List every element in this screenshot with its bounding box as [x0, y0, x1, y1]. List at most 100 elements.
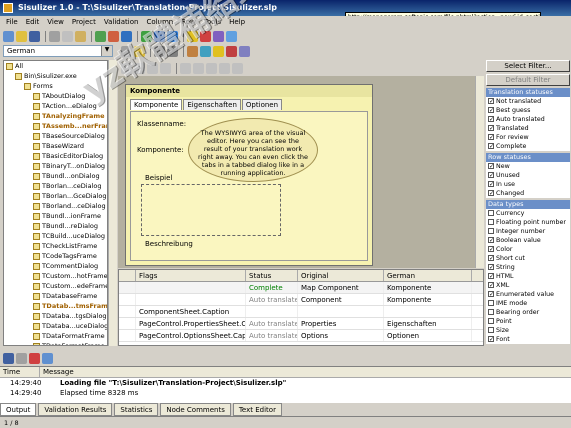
menu-item[interactable]: File — [3, 16, 23, 29]
tree-item[interactable]: TCodeTagsFrame — [4, 251, 107, 261]
tree-item[interactable]: TBaseWizard — [4, 141, 107, 151]
tree-item[interactable]: TDatabaseFrame — [4, 291, 107, 301]
paste-icon[interactable] — [75, 30, 86, 42]
scan-icon[interactable] — [95, 30, 106, 42]
checkbox-icon[interactable]: ✓ — [488, 107, 494, 114]
editor-scrollbar[interactable] — [475, 76, 484, 268]
tree-item[interactable]: TDataFormatFrame — [4, 331, 107, 341]
filter-checkbox[interactable]: ✓ In use — [486, 180, 570, 189]
filter-checkbox[interactable]: ✓ Boolean value — [486, 236, 570, 245]
filter-checkbox[interactable]: Currency — [486, 209, 570, 218]
checkbox-icon[interactable] — [488, 300, 494, 306]
grid-header-cell[interactable]: Flags — [136, 270, 246, 281]
table-row[interactable]: Auto translated Component Komponente — [119, 294, 483, 306]
tree-item[interactable]: TBundl...onDialog — [4, 171, 107, 181]
tree-item[interactable]: TCustom...edeFrame — [4, 281, 107, 291]
align-left-icon[interactable] — [193, 62, 204, 74]
cut-icon[interactable] — [49, 30, 60, 42]
tree-item[interactable]: TBorlan...GceDialog — [4, 191, 107, 201]
tab-optionen[interactable]: Optionen — [241, 99, 283, 110]
copy-log-icon[interactable] — [16, 352, 27, 364]
tab-output[interactable]: Output — [0, 403, 37, 416]
checkbox-icon[interactable] — [488, 210, 494, 216]
filter-checkbox[interactable]: ✓ Best guess — [486, 106, 570, 115]
save-icon[interactable] — [29, 30, 40, 42]
filter-checkbox[interactable]: ✓ Not translated — [486, 97, 570, 106]
filter-checkbox[interactable]: ✓ Color — [486, 245, 570, 254]
grid-icon[interactable] — [180, 62, 191, 74]
filter-checkbox[interactable]: ✓ Auto translated — [486, 115, 570, 124]
filter-checkbox[interactable]: Integer number — [486, 227, 570, 236]
grid-header-cell[interactable]: German — [384, 270, 472, 281]
checkbox-icon[interactable]: ✓ — [488, 190, 494, 197]
filter-checkbox[interactable]: ✓ New — [486, 162, 570, 171]
tree-item[interactable]: TDatab...tmsFrame — [4, 301, 107, 311]
align-bottom-icon[interactable] — [232, 62, 243, 74]
log-header-time[interactable]: Time — [0, 367, 40, 377]
filter-checkbox[interactable]: ✓ Translated — [486, 124, 570, 133]
tree-item[interactable]: TCommentDialog — [4, 261, 107, 271]
checkbox-icon[interactable]: ✓ — [488, 264, 494, 271]
tab-eigenschaften[interactable]: Eigenschaften — [183, 99, 241, 110]
filter-checkbox[interactable]: Point — [486, 317, 570, 326]
check-icon[interactable] — [239, 45, 250, 57]
tab-node-comments[interactable]: Node Comments — [160, 403, 231, 416]
tree-item[interactable]: TCheckListFrame — [4, 241, 107, 251]
tree-item[interactable]: TBasicEditorDialog — [4, 151, 107, 161]
filter-checkbox[interactable]: Size — [486, 326, 570, 335]
checkbox-icon[interactable]: ✓ — [488, 282, 494, 289]
filter-checkbox[interactable]: Floating point number — [486, 218, 570, 227]
checkbox-icon[interactable] — [488, 327, 494, 333]
checkbox-icon[interactable]: ✓ — [488, 255, 494, 262]
checkbox-icon[interactable]: ✓ — [488, 181, 494, 188]
table-row[interactable]: PageControl.PropertiesSheet.CaptionAuto … — [119, 318, 483, 330]
grid-header-cell[interactable]: Status — [246, 270, 298, 281]
checkbox-icon[interactable] — [488, 309, 494, 315]
grid-header-cell[interactable] — [119, 270, 136, 281]
checkbox-icon[interactable] — [488, 318, 494, 324]
checkbox-icon[interactable]: ✓ — [488, 163, 494, 170]
clear-log-icon[interactable] — [42, 352, 53, 364]
align-right-icon[interactable] — [206, 62, 217, 74]
tree-item[interactable]: TBaseSourceDialog — [4, 131, 107, 141]
filter-checkbox[interactable]: ✓ String — [486, 263, 570, 272]
checkbox-icon[interactable]: ✓ — [488, 98, 494, 105]
filter-checkbox[interactable]: IME mode — [486, 299, 570, 308]
table-row[interactable]: Complete Map Component Komponente — [119, 282, 483, 294]
tab-statistics[interactable]: Statistics — [114, 403, 159, 416]
tree-item[interactable]: TBundl...ionFrame — [4, 211, 107, 221]
tree-item[interactable]: TDataba...tgsDialog — [4, 311, 107, 321]
tree-item[interactable]: TAssemb...nerFran — [4, 121, 107, 131]
tree-item[interactable]: TBinaryT...onDialog — [4, 161, 107, 171]
tree-item[interactable]: TDataFormatFrame — [4, 341, 107, 345]
menu-item[interactable]: Project — [69, 16, 101, 29]
checkbox-icon[interactable]: ✓ — [488, 237, 494, 244]
checkbox-icon[interactable]: ✓ — [488, 246, 494, 253]
filter-checkbox[interactable]: ✓ Complete — [486, 142, 570, 151]
table-row[interactable]: ComponentSheet.Caption — [119, 306, 483, 318]
filter-checkbox[interactable]: ✓ Enumerated value — [486, 290, 570, 299]
checkbox-icon[interactable] — [488, 219, 494, 225]
filter-checkbox[interactable]: ✓ Changed — [486, 189, 570, 198]
checkbox-icon[interactable] — [488, 228, 494, 234]
tree-item[interactable]: TBundl...reDialog — [4, 221, 107, 231]
log-header-message[interactable]: Message — [40, 367, 77, 377]
refresh-icon[interactable] — [200, 45, 211, 57]
grid-header-cell[interactable]: Original — [298, 270, 384, 281]
checkbox-icon[interactable]: ✓ — [488, 172, 494, 179]
select-filter-button[interactable]: Select Filter... — [486, 60, 570, 72]
checkbox-icon[interactable]: ✓ — [488, 336, 494, 343]
filter-checkbox[interactable]: ✓ Short cut — [486, 254, 570, 263]
menu-item[interactable]: View — [44, 16, 69, 29]
filter-checkbox[interactable]: ✓ For review — [486, 133, 570, 142]
tree-item[interactable]: TBorland...ceDialog — [4, 201, 107, 211]
new-icon[interactable] — [3, 30, 14, 42]
tab-komponente[interactable]: Komponente — [130, 99, 183, 110]
tree-item[interactable]: TBorlan...ceDialog — [4, 181, 107, 191]
tree-item[interactable]: TCustom...hotFrame — [4, 271, 107, 281]
tree-item[interactable]: TDataba...uceDialog — [4, 321, 107, 331]
error-icon[interactable] — [226, 45, 237, 57]
filter-checkbox[interactable]: ✓ Font — [486, 335, 570, 344]
checkbox-icon[interactable]: ✓ — [488, 291, 494, 298]
filter-checkbox[interactable]: Bearing order — [486, 308, 570, 317]
